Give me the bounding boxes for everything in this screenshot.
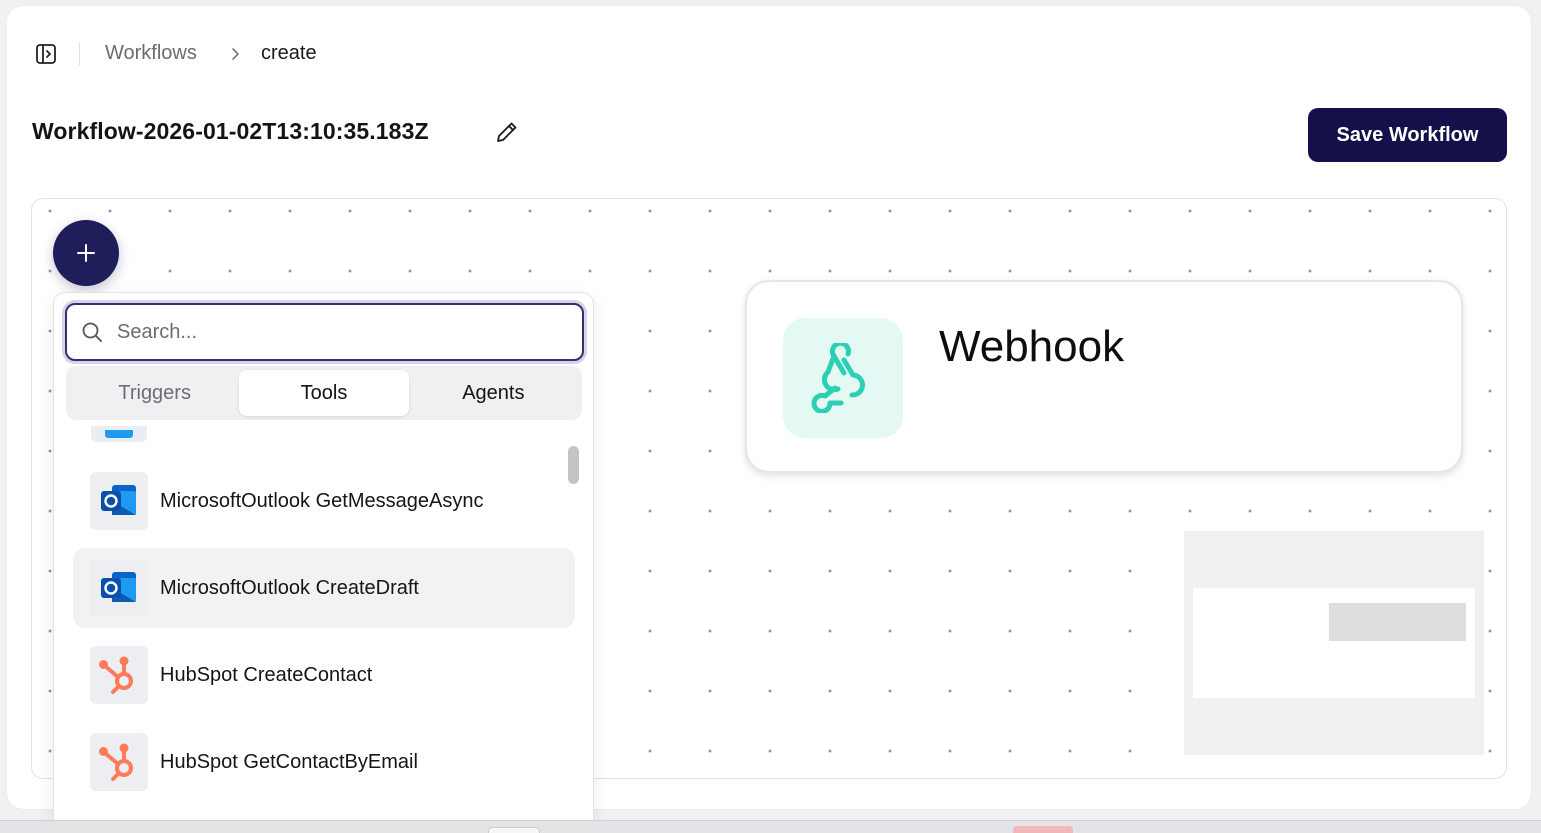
tool-picker-panel: Triggers Tools Agents MicrosoftOutlook G… — [53, 292, 594, 833]
plus-icon — [77, 244, 95, 262]
tool-item-label: MicrosoftOutlook GetMessageAsync — [160, 489, 484, 512]
outlook-icon — [90, 559, 148, 617]
search-field[interactable] — [65, 303, 584, 361]
pencil-icon[interactable] — [494, 119, 520, 145]
list-scrollbar[interactable] — [568, 446, 579, 484]
minimap[interactable] — [1184, 531, 1484, 755]
webhook-node-label: Webhook — [939, 322, 1125, 371]
breadcrumb-workflows-link[interactable]: Workflows — [105, 42, 197, 65]
taskbar-strip — [0, 820, 1541, 833]
hubspot-icon — [90, 733, 148, 791]
chevron-right-icon — [232, 48, 239, 60]
hubspot-icon — [90, 646, 148, 704]
tool-list: MicrosoftOutlook GetMessageAsync Microso… — [54, 426, 593, 832]
webhook-node[interactable]: Webhook — [745, 280, 1463, 473]
search-icon — [82, 322, 102, 342]
add-node-button[interactable] — [53, 220, 119, 286]
minimap-node — [1329, 603, 1466, 641]
search-input[interactable] — [117, 320, 557, 344]
tool-item-label: HubSpot CreateContact — [160, 663, 373, 686]
workflow-title: Workflow-2026-01-02T13:10:35.183Z — [32, 118, 429, 144]
taskbar-tab — [488, 827, 540, 833]
list-item[interactable]: HubSpot CreateContact — [73, 635, 575, 715]
outlook-icon — [90, 472, 148, 530]
tool-item-label: MicrosoftOutlook CreateDraft — [160, 576, 419, 599]
tab-tools[interactable]: Tools — [239, 370, 409, 416]
tab-triggers[interactable]: Triggers — [70, 370, 239, 416]
save-workflow-button[interactable]: Save Workflow — [1308, 108, 1507, 162]
tab-agents[interactable]: Agents — [409, 370, 578, 416]
webhook-icon — [783, 318, 903, 438]
sidebar-toggle-icon[interactable] — [35, 43, 57, 65]
partial-tool-icon — [91, 426, 147, 442]
list-item[interactable]: HubSpot GetContactByEmail — [73, 722, 575, 802]
tool-item-label: HubSpot GetContactByEmail — [160, 750, 418, 773]
taskbar-indicator — [1013, 826, 1073, 833]
breadcrumb-current: create — [261, 42, 317, 64]
list-item[interactable]: MicrosoftOutlook GetMessageAsync — [73, 461, 575, 541]
breadcrumb-divider — [79, 42, 80, 66]
picker-tabs: Triggers Tools Agents — [66, 366, 582, 420]
list-item[interactable]: MicrosoftOutlook CreateDraft — [73, 548, 575, 628]
